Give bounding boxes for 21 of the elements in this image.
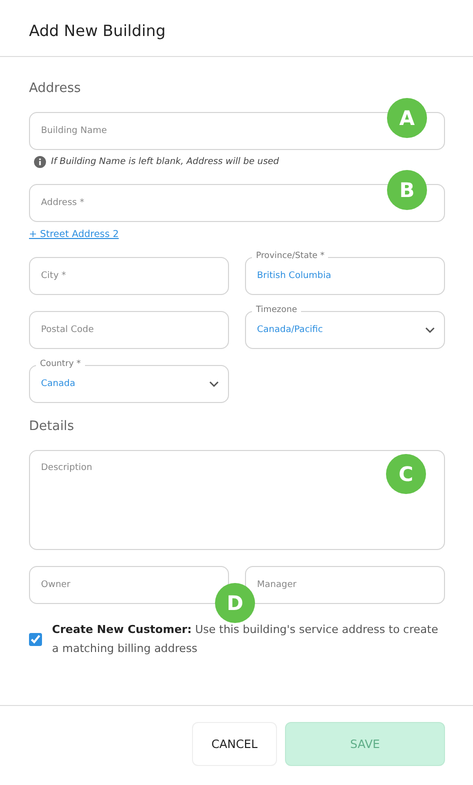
- section-heading: Address: [29, 81, 82, 96]
- dropdown-field[interactable]: Canada/Pacific: [245, 311, 445, 349]
- field-label: Country *: [36, 359, 85, 370]
- hint-text: If Building Name is left blank, Address will be used: [51, 157, 280, 167]
- checkbox-label: Create New Customer: Use this building's service address to create a matching billing address: [52, 622, 440, 657]
- callout-marker: D: [215, 583, 255, 623]
- field-label: Province/State *: [252, 251, 328, 262]
- input-field[interactable]: Owner: [29, 566, 229, 604]
- input-field[interactable]: Manager: [245, 566, 445, 604]
- chevron-down-icon: [425, 327, 435, 333]
- chevron-down-icon: [209, 381, 219, 387]
- input-field[interactable]: Postal Code: [29, 311, 229, 349]
- callout-marker: A: [387, 98, 427, 138]
- callout-marker: B: [387, 170, 427, 210]
- section-heading: Details: [29, 419, 76, 434]
- cancel-button[interactable]: CANCEL: [192, 722, 277, 766]
- checkbox[interactable]: [29, 632, 42, 646]
- street-address-link[interactable]: + Street Address 2: [29, 229, 119, 240]
- dialog-title: Add New Building: [29, 22, 167, 40]
- input-field[interactable]: City *: [29, 257, 229, 295]
- info-icon: [34, 156, 46, 168]
